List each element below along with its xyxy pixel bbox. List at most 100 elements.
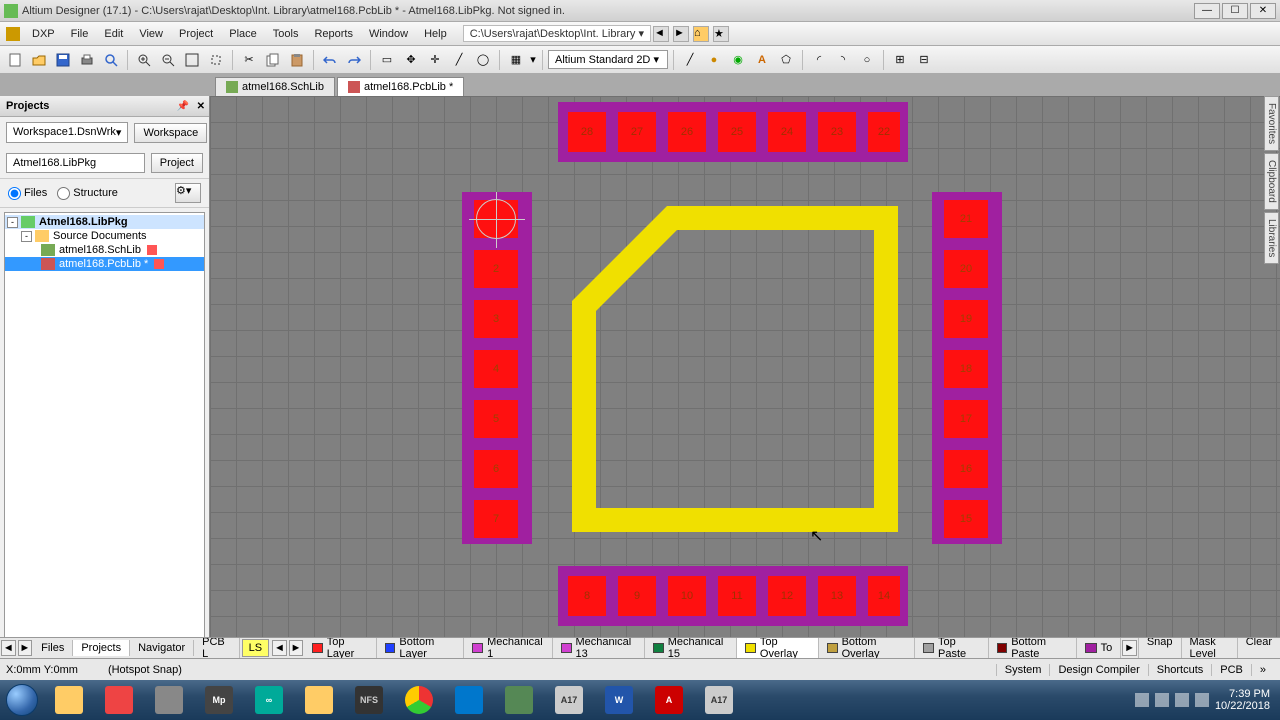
- taskbar-chrome[interactable]: [395, 682, 443, 718]
- panel-close-icon[interactable]: ✕: [197, 101, 205, 112]
- sidetab-libraries[interactable]: Libraries: [1264, 212, 1279, 264]
- arc-tool-icon[interactable]: ◜: [808, 49, 830, 71]
- layer-tab-to[interactable]: To: [1077, 637, 1122, 658]
- btab-projects[interactable]: Projects: [73, 640, 130, 656]
- pad-13[interactable]: 13: [818, 576, 856, 616]
- pad-11[interactable]: 11: [718, 576, 756, 616]
- sidetab-favorites[interactable]: Favorites: [1264, 96, 1279, 151]
- dimension-tool-icon[interactable]: ⊟: [913, 49, 935, 71]
- workspace-button[interactable]: Workspace: [134, 123, 207, 143]
- taskbar-explorer[interactable]: [45, 682, 93, 718]
- radio-structure[interactable]: Structure: [57, 187, 118, 200]
- tray-up-icon[interactable]: [1135, 693, 1149, 707]
- tree-folder[interactable]: -Source Documents: [5, 229, 204, 243]
- menu-reports[interactable]: Reports: [306, 25, 361, 43]
- nav-home-icon[interactable]: ⌂: [693, 26, 709, 42]
- layer-nav-left[interactable]: ◄: [272, 640, 287, 656]
- workspace-select[interactable]: Workspace1.DsnWrk▾: [6, 122, 128, 143]
- status-more-icon[interactable]: »: [1251, 664, 1274, 676]
- taskbar-app2[interactable]: [145, 682, 193, 718]
- mask-level-button[interactable]: Mask Level: [1181, 637, 1237, 658]
- taskbar-acrobat[interactable]: A: [645, 682, 693, 718]
- close-button[interactable]: ✕: [1250, 3, 1276, 19]
- path-field[interactable]: C:\Users\rajat\Desktop\Int. Library ▾: [463, 25, 651, 42]
- menu-view[interactable]: View: [131, 25, 171, 43]
- sidetab-clipboard[interactable]: Clipboard: [1264, 153, 1279, 210]
- pad-5[interactable]: 5: [474, 400, 518, 438]
- start-button[interactable]: [0, 680, 44, 720]
- nav-fwd-icon[interactable]: ►: [673, 26, 689, 42]
- project-field[interactable]: Atmel168.LibPkg: [6, 153, 145, 173]
- preview-icon[interactable]: [100, 49, 122, 71]
- track-icon[interactable]: ╱: [448, 49, 470, 71]
- layer-tab-bottom-overlay[interactable]: Bottom Overlay: [819, 637, 915, 658]
- taskbar-mp[interactable]: Mp: [195, 682, 243, 718]
- pin-icon[interactable]: 📌: [177, 101, 189, 112]
- status-design-compiler[interactable]: Design Compiler: [1049, 664, 1147, 676]
- btab-pcb[interactable]: PCB L: [194, 637, 240, 658]
- tree-file-schlib[interactable]: atmel168.SchLib: [5, 243, 204, 257]
- layer-tab-bottom-paste[interactable]: Bottom Paste: [989, 637, 1077, 658]
- taskbar-word[interactable]: W: [595, 682, 643, 718]
- pad-4[interactable]: 4: [474, 350, 518, 388]
- paste-icon[interactable]: [286, 49, 308, 71]
- grid-dropdown-icon[interactable]: ▾: [529, 49, 537, 71]
- pad-18[interactable]: 18: [944, 350, 988, 388]
- undo-icon[interactable]: [319, 49, 341, 71]
- arc3-tool-icon[interactable]: ○: [856, 49, 878, 71]
- menu-dxp[interactable]: DXP: [24, 25, 63, 43]
- pad-20[interactable]: 20: [944, 250, 988, 288]
- project-button[interactable]: Project: [151, 153, 203, 173]
- line-tool-icon[interactable]: ╱: [679, 49, 701, 71]
- pad-22[interactable]: 22: [868, 112, 900, 152]
- pad-26[interactable]: 26: [668, 112, 706, 152]
- layer-tab-top-paste[interactable]: Top Paste: [915, 637, 988, 658]
- layer-nav-right[interactable]: ►: [289, 640, 304, 656]
- copy-icon[interactable]: [262, 49, 284, 71]
- zoom-out-icon[interactable]: [157, 49, 179, 71]
- menu-window[interactable]: Window: [361, 25, 416, 43]
- view-mode-select[interactable]: Altium Standard 2D ▾: [548, 50, 668, 69]
- grid-icon[interactable]: ▦: [505, 49, 527, 71]
- zoom-selected-icon[interactable]: [205, 49, 227, 71]
- component-outline[interactable]: [572, 206, 898, 532]
- layer-tab-top-overlay[interactable]: Top Overlay: [737, 637, 819, 658]
- pad-21[interactable]: 21: [944, 200, 988, 238]
- tree-root[interactable]: -Atmel168.LibPkg: [5, 215, 204, 229]
- status-shortcuts[interactable]: Shortcuts: [1148, 664, 1211, 676]
- layer-nav-end[interactable]: ►: [1122, 640, 1137, 656]
- zoom-fit-icon[interactable]: [181, 49, 203, 71]
- minimize-button[interactable]: —: [1194, 3, 1220, 19]
- system-tray[interactable]: 7:39 PM 10/22/2018: [1125, 686, 1280, 714]
- projects-options-icon[interactable]: ⚙▾: [175, 183, 201, 203]
- pad-9[interactable]: 9: [618, 576, 656, 616]
- pad-27[interactable]: 27: [618, 112, 656, 152]
- tray-net-icon[interactable]: [1175, 693, 1189, 707]
- snap-button[interactable]: Snap: [1138, 637, 1181, 658]
- circle-icon[interactable]: ◯: [472, 49, 494, 71]
- btab-nav-left[interactable]: ◄: [1, 640, 16, 656]
- clear-button[interactable]: Clear: [1237, 637, 1280, 658]
- pad-23[interactable]: 23: [818, 112, 856, 152]
- pad-14[interactable]: 14: [868, 576, 900, 616]
- pad-16[interactable]: 16: [944, 450, 988, 488]
- zoom-in-icon[interactable]: [133, 49, 155, 71]
- pad-tool-icon[interactable]: ●: [703, 49, 725, 71]
- taskbar-app1[interactable]: [95, 682, 143, 718]
- pad-17[interactable]: 17: [944, 400, 988, 438]
- pcb-canvas[interactable]: 28 27 26 25 24 23 22 2 3 4 5 6 7: [210, 96, 1280, 680]
- taskbar-arduino[interactable]: ∞: [245, 682, 293, 718]
- tray-vol-icon[interactable]: [1195, 693, 1209, 707]
- pad-15[interactable]: 15: [944, 500, 988, 538]
- projects-tree[interactable]: -Atmel168.LibPkg -Source Documents atmel…: [4, 212, 205, 676]
- print-icon[interactable]: [76, 49, 98, 71]
- pad-2[interactable]: 2: [474, 250, 518, 288]
- save-icon[interactable]: [52, 49, 74, 71]
- taskbar-nfs[interactable]: NFS: [345, 682, 393, 718]
- arc2-tool-icon[interactable]: ◝: [832, 49, 854, 71]
- pad-3[interactable]: 3: [474, 300, 518, 338]
- radio-files[interactable]: Files: [8, 187, 47, 200]
- taskbar-explorer2[interactable]: [295, 682, 343, 718]
- btab-navigator[interactable]: Navigator: [130, 640, 194, 656]
- layer-set-button[interactable]: LS: [242, 639, 269, 657]
